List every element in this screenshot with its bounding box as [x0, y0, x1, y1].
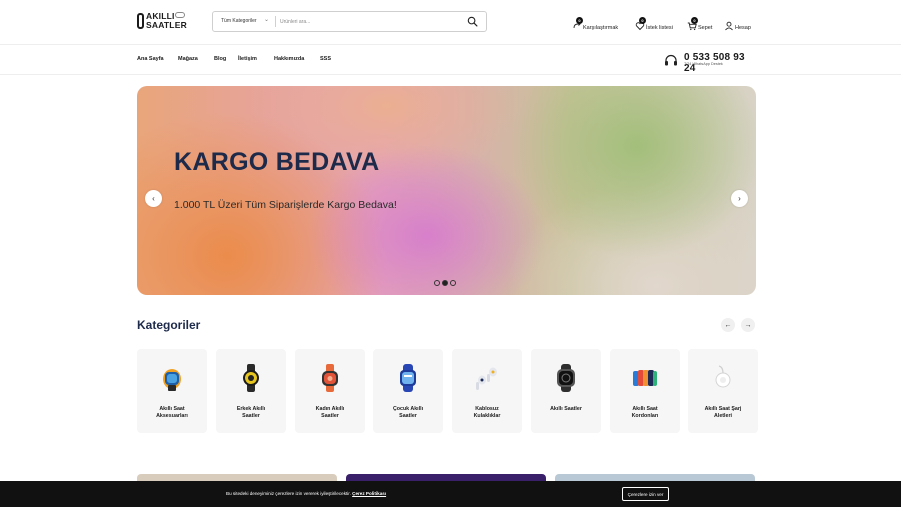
category-card-kids[interactable]: Çocuk Akıllı Saatler: [373, 349, 443, 433]
category-label: Akıllı Saat Şarj Aletleri: [704, 406, 742, 419]
account-link[interactable]: Hesap: [724, 17, 751, 31]
category-card-bands[interactable]: Akıllı Saat Kordonları: [610, 349, 680, 433]
slider-dot[interactable]: [450, 280, 456, 286]
wishlist-count-badge: 0: [639, 17, 646, 24]
slider-prev-button[interactable]: ‹: [145, 190, 162, 207]
wishlist-link[interactable]: 0 İstek listesi: [635, 17, 673, 31]
compare-icon: 0: [572, 17, 583, 31]
watch-accessory-icon: [163, 369, 181, 391]
logo-badge-icon: [175, 12, 185, 18]
nav-item-contact[interactable]: İletişim: [238, 56, 257, 62]
heart-icon: 0: [635, 17, 646, 31]
hero-title: KARGO BEDAVA: [174, 148, 380, 176]
arrow-left-icon: ←: [724, 321, 732, 329]
search-input[interactable]: [280, 15, 460, 28]
slider-dot-active[interactable]: [442, 280, 448, 286]
category-card-mens[interactable]: Erkek Akıllı Saatler: [216, 349, 286, 433]
phone-subtitle: 7/24 WhatsApp Destek: [684, 62, 723, 66]
main-nav: Ana Sayfa Mağaza Blog İletişim Hakkımızd…: [0, 45, 901, 75]
search-category-select[interactable]: Tüm Kategoriler: [221, 18, 257, 24]
earbuds-icon: [476, 367, 497, 390]
womens-watch-icon: [322, 364, 338, 392]
smartwatch-icon: [557, 364, 575, 392]
category-label: Erkek Akıllı Saatler: [236, 406, 266, 419]
logo-line2: SAATLER: [146, 20, 187, 30]
compare-count-badge: 0: [576, 17, 583, 24]
category-card-chargers[interactable]: Akıllı Saat Şarj Aletleri: [688, 349, 758, 433]
category-label: Akıllı Saat Aksesuarları: [156, 406, 188, 419]
category-label: Kadın Akıllı Saatler: [315, 406, 345, 419]
nav-item-about[interactable]: Hakkımızda: [274, 56, 304, 62]
cookie-text: Bu sitedeki deneyiminiz çerezlere izin v…: [226, 491, 387, 496]
headset-icon: [665, 54, 677, 66]
cart-label: Sepet: [698, 25, 713, 31]
slider-dots: [434, 280, 456, 286]
cart-link[interactable]: 0 Sepet: [687, 17, 712, 31]
search-bar: Tüm Kategoriler ⌄: [212, 11, 487, 32]
wishlist-label: İstek listesi: [646, 25, 673, 31]
categories-next-button[interactable]: →: [741, 318, 755, 332]
category-card-earbuds[interactable]: Kablosuz Kulaklıklar: [452, 349, 522, 433]
watch-bands-icon: [633, 370, 657, 386]
hero-slider[interactable]: KARGO BEDAVA 1.000 TL Üzeri Tüm Siparişl…: [137, 86, 756, 295]
site-logo[interactable]: AKILLI SAATLER: [137, 11, 187, 33]
category-label: Akıllı Saat Kordonları: [631, 406, 659, 419]
search-divider: [275, 16, 276, 27]
hero-subtitle: 1.000 TL Üzeri Tüm Siparişlerde Kargo Be…: [174, 199, 397, 211]
cookie-banner: Bu sitedeki deneyiminiz çerezlere izin v…: [0, 481, 901, 507]
compare-label: Karşılaştırmak: [583, 25, 619, 31]
chevron-down-icon[interactable]: ⌄: [264, 16, 269, 23]
chevron-right-icon: ›: [738, 194, 741, 203]
logo-watch-icon: [137, 13, 144, 29]
category-card-smartwatches[interactable]: Akıllı Saatler: [531, 349, 601, 433]
nav-item-shop[interactable]: Mağaza: [178, 56, 198, 62]
charger-icon: [715, 365, 731, 388]
category-label: Çocuk Akıllı Saatler: [392, 406, 424, 419]
kids-watch-icon: [400, 364, 416, 392]
chevron-left-icon: ‹: [152, 194, 155, 203]
cart-count-badge: 0: [691, 17, 698, 24]
compare-link[interactable]: 0 Karşılaştırmak: [572, 17, 618, 31]
header-top: AKILLI SAATLER Tüm Kategoriler ⌄ 0 Karşı…: [0, 0, 901, 45]
arrow-right-icon: →: [744, 321, 752, 329]
nav-item-faq[interactable]: SSS: [320, 56, 331, 62]
account-label: Hesap: [735, 25, 751, 31]
categories-prev-button[interactable]: ←: [721, 318, 735, 332]
nav-item-home[interactable]: Ana Sayfa: [137, 56, 164, 62]
category-card-accessories[interactable]: Akıllı Saat Aksesuarları: [137, 349, 207, 433]
nav-item-blog[interactable]: Blog: [214, 56, 226, 62]
slider-dot[interactable]: [434, 280, 440, 286]
search-icon[interactable]: [467, 16, 478, 27]
mens-watch-icon: [243, 364, 259, 392]
slider-next-button[interactable]: ›: [731, 190, 748, 207]
category-label: Akıllı Saatler: [550, 406, 582, 412]
categories-title: Kategoriler: [137, 318, 201, 332]
user-icon: [724, 21, 734, 31]
category-label: Kablosuz Kulaklıklar: [473, 406, 501, 419]
category-card-womens[interactable]: Kadın Akıllı Saatler: [295, 349, 365, 433]
cookie-policy-link[interactable]: Çerez Politikası: [352, 491, 386, 496]
support-phone[interactable]: 0 533 508 93 24 7/24 WhatsApp Destek: [664, 52, 756, 74]
cart-icon: 0: [687, 17, 698, 31]
accept-cookies-button[interactable]: Çerezlere izin ver: [622, 487, 669, 501]
